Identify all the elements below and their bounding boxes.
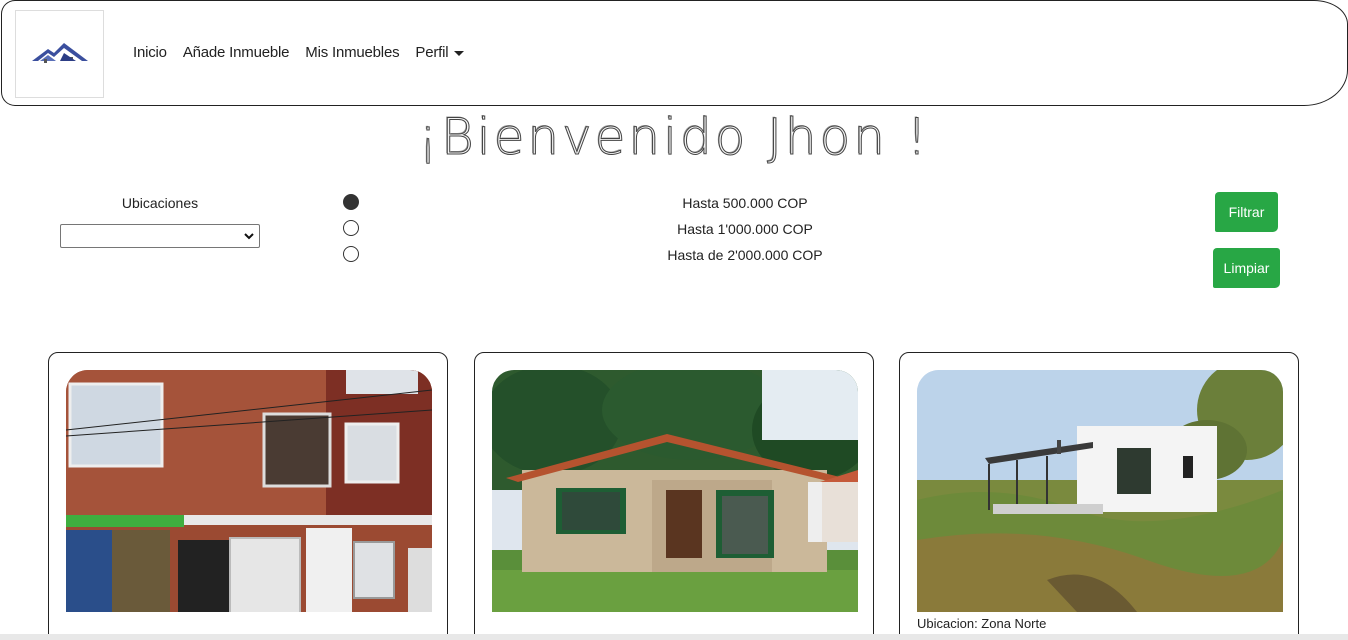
price-radio-500k[interactable] <box>343 194 359 210</box>
house-logo-icon <box>31 43 88 63</box>
welcome-title: ¡Bienvenido Jhon ! <box>418 108 930 167</box>
navbar: Inicio Añade Inmueble Mis Inmuebles Perf… <box>1 0 1348 106</box>
horizontal-scrollbar[interactable] <box>0 634 1348 640</box>
price-radio-1m[interactable] <box>343 220 359 236</box>
location-select[interactable] <box>60 224 260 248</box>
chevron-down-icon <box>244 233 254 240</box>
price-option-label: Hasta 500.000 COP <box>682 195 808 211</box>
clear-button[interactable]: Limpiar <box>1213 248 1280 288</box>
price-option-label: Hasta de 2'000.000 COP <box>667 247 823 263</box>
filter-button[interactable]: Filtrar <box>1215 192 1278 232</box>
price-radio-2m[interactable] <box>343 246 359 262</box>
nav-mis-inmuebles[interactable]: Mis Inmuebles <box>305 44 399 61</box>
location-label: Ubicaciones <box>121 195 199 211</box>
nav-perfil-label: Perfil <box>415 44 449 61</box>
property-image <box>66 370 432 612</box>
property-image <box>492 370 858 612</box>
nav-perfil-dropdown[interactable]: Perfil <box>415 44 465 61</box>
property-card[interactable] <box>48 352 448 640</box>
property-card[interactable] <box>474 352 874 640</box>
property-location: Ubicacion: Zona Norte <box>917 616 1047 631</box>
logo[interactable] <box>15 10 104 98</box>
nav-anade-inmueble[interactable]: Añade Inmueble <box>183 44 290 61</box>
property-card[interactable]: Ubicacion: Zona Norte <box>899 352 1299 640</box>
main-nav: Inicio Añade Inmueble Mis Inmuebles Perf… <box>133 44 465 61</box>
caret-down-icon <box>454 50 465 56</box>
nav-inicio[interactable]: Inicio <box>133 44 167 61</box>
price-option-label: Hasta 1'000.000 COP <box>677 221 813 237</box>
property-image <box>917 370 1283 612</box>
